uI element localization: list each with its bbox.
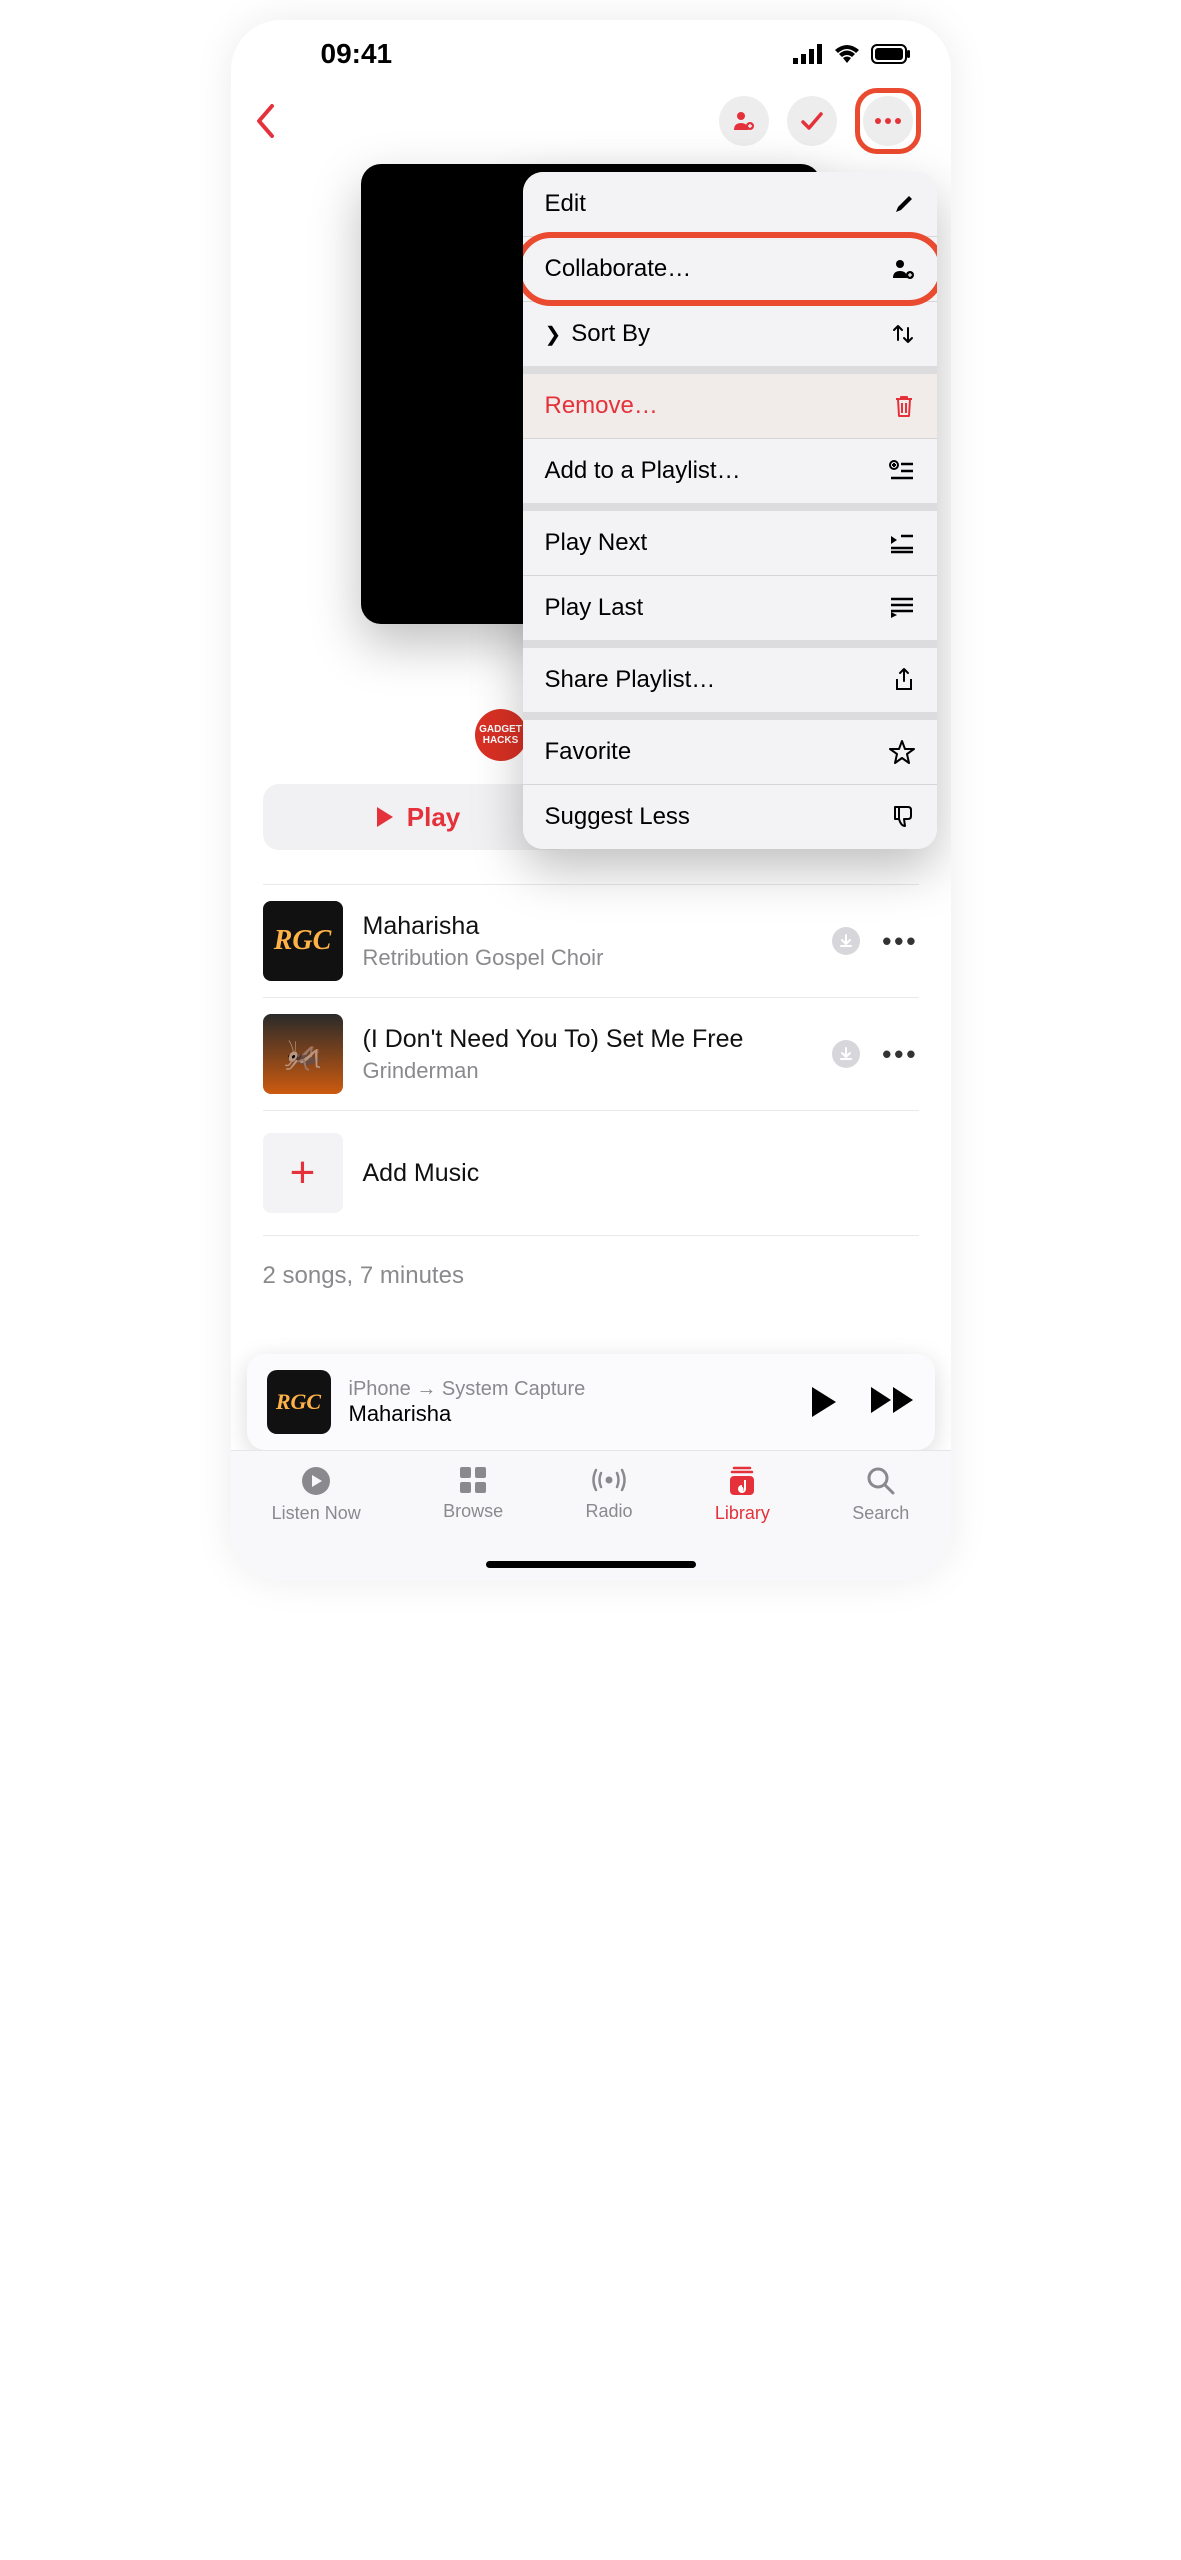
listen-now-icon (300, 1465, 332, 1497)
pencil-icon (893, 193, 915, 215)
phone-frame: 09:41 (231, 20, 951, 1580)
radio-icon (589, 1465, 629, 1495)
tab-radio[interactable]: Radio (585, 1465, 632, 1522)
menu-label: Play Last (545, 594, 644, 622)
menu-label: Play Next (545, 529, 648, 557)
play-icon (375, 806, 395, 828)
checkmark-button[interactable] (787, 96, 837, 146)
menu-share[interactable]: Share Playlist… (523, 648, 937, 712)
song-artwork: RGC (263, 901, 343, 981)
checkmark-icon (799, 108, 825, 134)
menu-edit[interactable]: Edit (523, 172, 937, 236)
menu-play-next[interactable]: Play Next (523, 511, 937, 575)
menu-sort-by[interactable]: ❯ Sort By (523, 301, 937, 366)
song-row[interactable]: 🦗 (I Don't Need You To) Set Me Free Grin… (263, 997, 919, 1110)
home-indicator[interactable] (486, 1561, 696, 1568)
add-music-label: Add Music (363, 1159, 480, 1188)
trash-icon (893, 394, 915, 418)
menu-favorite[interactable]: Favorite (523, 720, 937, 784)
menu-label: Collaborate… (545, 255, 692, 283)
menu-play-last[interactable]: Play Last (523, 575, 937, 640)
chevron-right-icon: ❯ (545, 322, 562, 347)
menu-label: Favorite (545, 738, 632, 766)
share-icon (893, 667, 915, 693)
play-label: Play (407, 802, 461, 833)
song-more-button[interactable]: ••• (882, 1039, 918, 1070)
star-icon (889, 739, 915, 765)
tab-label: Browse (443, 1501, 503, 1522)
song-artist: Grinderman (363, 1058, 813, 1084)
nav-actions (719, 88, 921, 154)
thumbs-down-icon (889, 804, 915, 830)
more-button[interactable] (863, 96, 913, 146)
battery-icon (871, 44, 911, 64)
now-playing-title: Maharisha (349, 1401, 791, 1427)
sort-icon (891, 322, 915, 346)
forward-control[interactable] (869, 1385, 915, 1419)
now-playing-artwork: RGC (267, 1370, 331, 1434)
now-playing-route: iPhone → System Capture (349, 1378, 791, 1401)
download-icon[interactable] (832, 1040, 860, 1068)
menu-label: Suggest Less (545, 803, 690, 831)
tab-label: Search (852, 1503, 909, 1524)
playlist-summary: 2 songs, 7 minutes (263, 1236, 919, 1360)
browse-icon (458, 1465, 488, 1495)
plus-icon: + (263, 1133, 343, 1213)
status-indicators (793, 44, 911, 64)
song-artist: Retribution Gospel Choir (363, 945, 813, 971)
menu-label: Sort By (571, 320, 650, 348)
tab-label: Library (715, 1503, 770, 1524)
status-time: 09:41 (321, 38, 393, 70)
context-menu: Edit Collaborate… ❯ Sort By Remove… Add t… (523, 172, 937, 849)
tab-browse[interactable]: Browse (443, 1465, 503, 1522)
now-playing-bar[interactable]: RGC iPhone → System Capture Maharisha (247, 1354, 935, 1450)
tab-library[interactable]: Library (715, 1465, 770, 1524)
add-music-row[interactable]: + Add Music (263, 1110, 919, 1236)
menu-suggest-less[interactable]: Suggest Less (523, 784, 937, 849)
back-button[interactable] (255, 104, 275, 138)
song-more-button[interactable]: ••• (882, 926, 918, 957)
search-icon (865, 1465, 897, 1497)
song-list: RGC Maharisha Retribution Gospel Choir •… (263, 884, 919, 1360)
menu-label: Remove… (545, 392, 658, 420)
menu-collaborate[interactable]: Collaborate… (523, 236, 937, 301)
song-artwork: 🦗 (263, 1014, 343, 1094)
gadget-hacks-badge: GADGET HACKS (475, 709, 527, 761)
person-add-icon (891, 257, 915, 281)
collaborate-nav-button[interactable] (719, 96, 769, 146)
menu-label: Edit (545, 190, 586, 218)
play-next-icon (889, 532, 915, 554)
play-last-icon (889, 597, 915, 619)
cellular-icon (793, 44, 823, 64)
more-button-highlight (855, 88, 921, 154)
tab-search[interactable]: Search (852, 1465, 909, 1524)
menu-label: Add to a Playlist… (545, 457, 741, 485)
menu-add-to-playlist[interactable]: Add to a Playlist… (523, 438, 937, 503)
nav-bar (231, 80, 951, 164)
person-add-icon (732, 109, 756, 133)
tab-listen-now[interactable]: Listen Now (272, 1465, 361, 1524)
status-bar: 09:41 (231, 20, 951, 80)
song-row[interactable]: RGC Maharisha Retribution Gospel Choir •… (263, 884, 919, 997)
song-title: Maharisha (363, 912, 813, 941)
library-icon (726, 1465, 758, 1497)
song-title: (I Don't Need You To) Set Me Free (363, 1025, 813, 1054)
ellipsis-icon (874, 117, 902, 125)
menu-label: Share Playlist… (545, 666, 716, 694)
menu-remove[interactable]: Remove… (523, 374, 937, 438)
tab-label: Radio (585, 1501, 632, 1522)
add-to-playlist-icon (889, 460, 915, 482)
download-icon[interactable] (832, 927, 860, 955)
play-control[interactable] (809, 1385, 839, 1419)
wifi-icon (833, 44, 861, 64)
tab-label: Listen Now (272, 1503, 361, 1524)
